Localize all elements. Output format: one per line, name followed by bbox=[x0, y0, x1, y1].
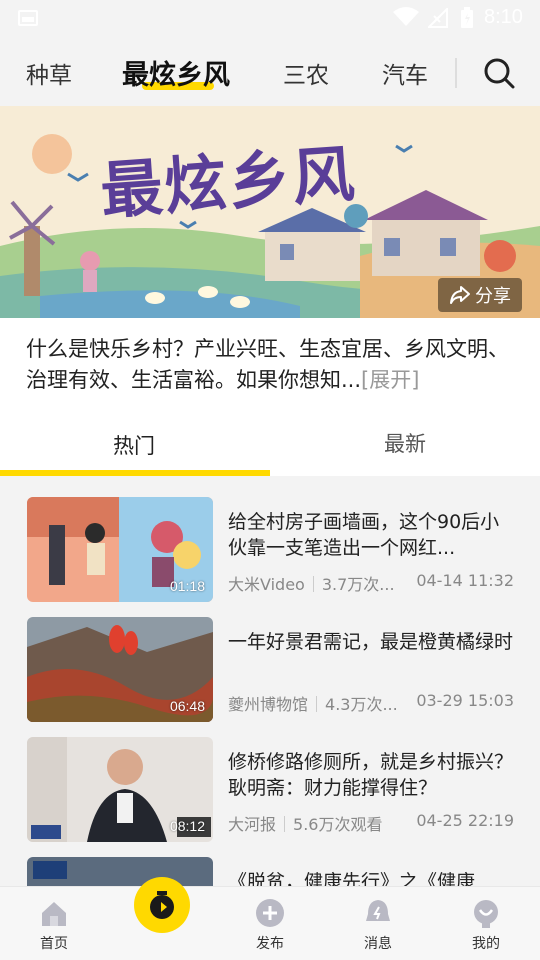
tab-latest[interactable]: 最新 bbox=[384, 428, 426, 458]
bell-icon bbox=[366, 900, 390, 921]
nav-publish[interactable]: 发布 bbox=[240, 897, 300, 953]
video-meta: 大米Video 3.7万次... 04-14 11:32 bbox=[228, 571, 518, 595]
nav-messages-label: 消息 bbox=[364, 936, 392, 952]
video-title[interactable]: 修桥修路修厕所，就是乡村振兴？耿明斋：财力能撑得住？ bbox=[228, 749, 518, 801]
nav-divider bbox=[455, 58, 457, 88]
video-views: 3.7万次... bbox=[321, 575, 395, 594]
nav-home-label: 首页 bbox=[40, 936, 68, 952]
video-item[interactable]: 《脱贫，健康先行》之《健康 bbox=[0, 857, 540, 886]
search-icon[interactable] bbox=[482, 56, 516, 90]
video-item[interactable]: 06:48 一年好景君需记，最是橙黄橘绿时 夔州博物馆 4.3万次... 03-2… bbox=[0, 617, 540, 727]
meta-divider bbox=[284, 816, 286, 832]
video-meta: 夔州博物馆 4.3万次... 03-29 15:03 bbox=[228, 691, 518, 715]
signal-icon bbox=[428, 8, 448, 28]
video-thumbnail[interactable]: 01:18 bbox=[27, 497, 213, 602]
video-title[interactable]: 给全村房子画墙画，这个90后小伙靠一支笔造出一个网红... bbox=[228, 509, 518, 561]
bottom-nav: 首页 发布 消息 我的 bbox=[0, 877, 540, 960]
tab-zhongcao[interactable]: 种草 bbox=[26, 56, 72, 90]
video-source[interactable]: 大米Video bbox=[228, 571, 305, 595]
video-title[interactable]: 一年好景君需记，最是橙黄橘绿时 bbox=[228, 629, 518, 655]
battery-icon bbox=[461, 7, 473, 28]
status-time: 8:10 bbox=[484, 6, 523, 28]
video-date: 04-14 11:32 bbox=[416, 571, 514, 590]
description-text: 什么是快乐乡村？产业兴旺、生态宜居、乡风文明、治理有效、生活富裕。如果你想知..… bbox=[26, 337, 509, 392]
sort-tabs: 热门 最新 bbox=[0, 406, 540, 476]
nav-home[interactable]: 首页 bbox=[24, 897, 84, 953]
video-source[interactable]: 大河报 bbox=[228, 811, 276, 835]
video-duration: 08:12 bbox=[169, 818, 205, 834]
tab-qiche[interactable]: 汽车 bbox=[382, 56, 428, 90]
video-list: 01:18 给全村房子画墙画，这个90后小伙靠一支笔造出一个网红... 大米Vi… bbox=[0, 476, 540, 886]
share-label: 分享 bbox=[475, 286, 511, 307]
share-button[interactable]: 分享 bbox=[438, 278, 522, 312]
video-item[interactable]: 01:18 给全村房子画墙画，这个90后小伙靠一支笔造出一个网红... 大米Vi… bbox=[0, 497, 540, 607]
top-category-nav: 种草 最炫乡风 三农 汽车 bbox=[0, 40, 540, 106]
meta-divider bbox=[312, 576, 314, 592]
app-root: 8:10 种草 最炫乡风 三农 汽车 最炫乡风 分享 什么是快乐乡村？产业兴旺、… bbox=[0, 0, 540, 960]
status-bar: 8:10 bbox=[0, 0, 540, 40]
wifi-icon bbox=[393, 7, 419, 26]
topic-banner: 最炫乡风 分享 bbox=[0, 106, 540, 318]
tab-hot[interactable]: 热门 bbox=[113, 430, 155, 460]
video-source[interactable]: 夔州博物馆 bbox=[228, 691, 308, 715]
video-date: 03-29 15:03 bbox=[416, 691, 514, 710]
nav-profile-label: 我的 bbox=[472, 936, 500, 952]
gallery-notification-icon bbox=[18, 10, 38, 26]
topic-description: 什么是快乐乡村？产业兴旺、生态宜居、乡风文明、治理有效、生活富裕。如果你想知..… bbox=[0, 318, 540, 406]
home-icon bbox=[42, 902, 66, 926]
video-duration: 06:48 bbox=[169, 698, 205, 714]
video-thumbnail[interactable]: 08:12 bbox=[27, 737, 213, 842]
video-item[interactable]: 08:12 修桥修路修厕所，就是乡村振兴？耿明斋：财力能撑得住？ 大河报 5.6万… bbox=[0, 737, 540, 847]
nav-shoot-button[interactable] bbox=[134, 877, 190, 933]
plus-icon bbox=[256, 899, 284, 927]
video-duration: 01:18 bbox=[169, 578, 205, 594]
video-title[interactable]: 《脱贫，健康先行》之《健康 bbox=[228, 869, 518, 886]
nav-profile[interactable]: 我的 bbox=[456, 897, 516, 953]
video-meta: 大河报 5.6万次观看 04-25 22:19 bbox=[228, 811, 518, 835]
video-views: 5.6万次观看 bbox=[293, 815, 383, 834]
nav-messages[interactable]: 消息 bbox=[348, 897, 408, 953]
nav-publish-label: 发布 bbox=[256, 936, 284, 952]
profile-icon bbox=[474, 900, 498, 928]
tab-zuixuan-xiangfeng[interactable]: 最炫乡风 bbox=[122, 53, 230, 92]
camera-record-icon bbox=[150, 891, 174, 919]
meta-divider bbox=[316, 696, 318, 712]
share-icon bbox=[450, 286, 470, 304]
video-date: 04-25 22:19 bbox=[416, 811, 514, 830]
banner-title: 最炫乡风 bbox=[98, 137, 359, 228]
tab-sannong[interactable]: 三农 bbox=[283, 56, 329, 90]
expand-link[interactable]: [展开] bbox=[361, 368, 419, 392]
video-thumbnail[interactable]: 06:48 bbox=[27, 617, 213, 722]
video-views: 4.3万次... bbox=[325, 695, 398, 714]
